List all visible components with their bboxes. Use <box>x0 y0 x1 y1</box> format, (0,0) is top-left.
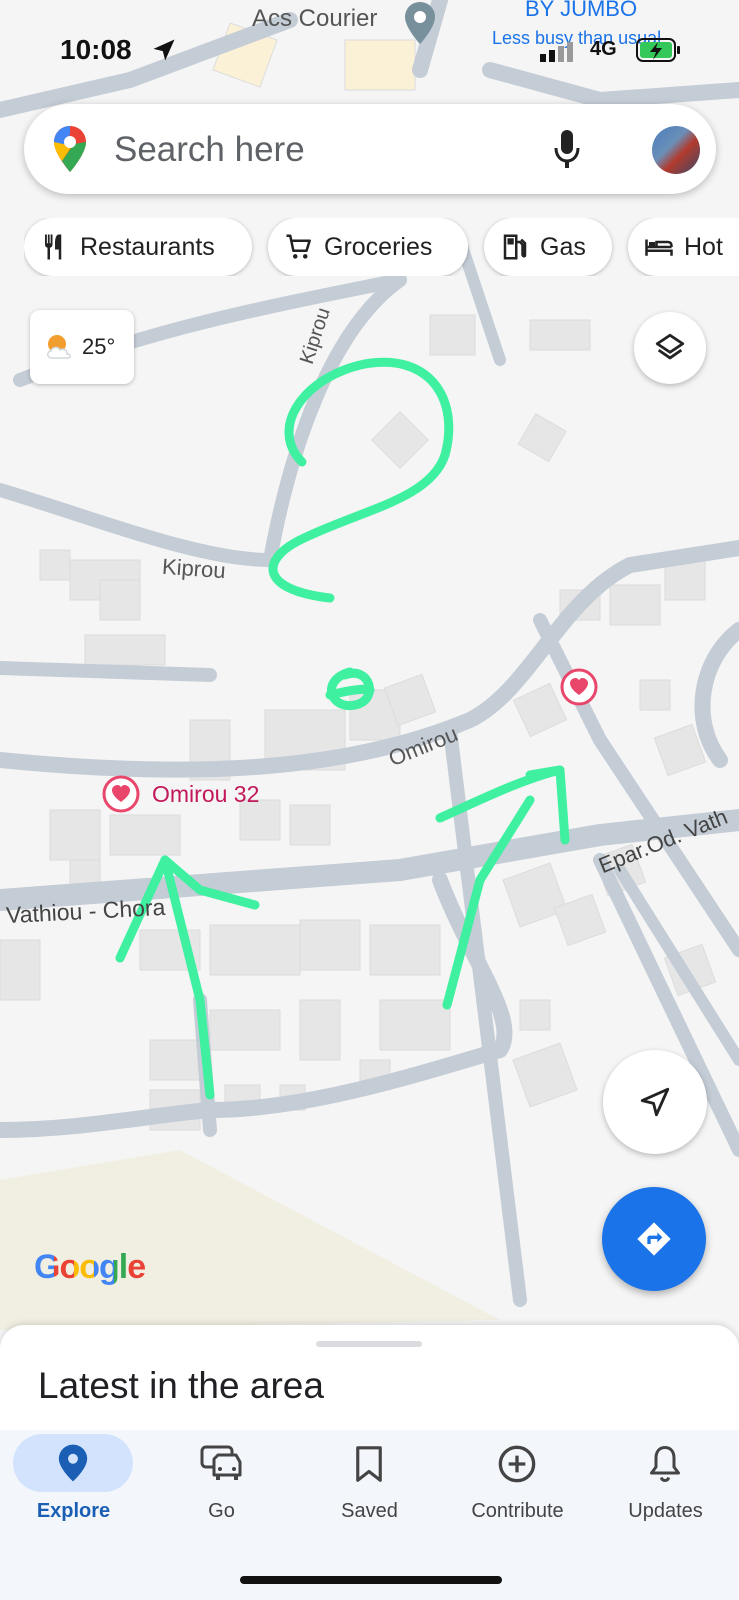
nav-label: Updates <box>628 1500 703 1522</box>
nav-label: Saved <box>341 1500 398 1522</box>
chip-hotels[interactable]: Hot <box>628 218 739 276</box>
home-indicator <box>240 1576 502 1584</box>
chip-groceries[interactable]: Groceries <box>268 218 468 276</box>
layers-icon <box>655 333 685 360</box>
google-maps-logo-icon <box>52 124 88 179</box>
weather-widget[interactable]: 25° <box>30 310 134 384</box>
my-location-button[interactable] <box>603 1050 707 1154</box>
car-icon <box>200 1445 242 1480</box>
status-time: 10:08 <box>60 34 132 65</box>
poi-label-jumbo[interactable]: BY JUMBO <box>525 0 637 22</box>
bed-icon <box>645 239 673 256</box>
weather-temp: 25° <box>82 334 116 359</box>
street-label-kiprou: Kiprou <box>161 553 227 584</box>
nav-label: Contribute <box>471 1500 564 1522</box>
sheet-title: Latest in the area <box>38 1365 324 1406</box>
layers-button[interactable] <box>634 312 706 384</box>
chip-gas[interactable]: Gas <box>484 218 612 276</box>
chip-label: Restaurants <box>80 232 215 261</box>
fork-knife-icon <box>45 234 62 260</box>
saved-place-pin-icon[interactable] <box>560 668 598 711</box>
battery-charging-icon <box>636 36 682 69</box>
bookmark-icon <box>356 1446 382 1482</box>
gas-pump-icon <box>503 234 527 260</box>
bottom-sheet[interactable]: Latest in the area <box>0 1325 739 1435</box>
pin-icon <box>58 1444 88 1482</box>
bottom-navigation: Explore Go Saved Contribute Updates <box>0 1430 739 1600</box>
nav-label: Explore <box>36 1500 111 1522</box>
navigation-arrow-icon <box>640 1087 670 1117</box>
search-input[interactable]: Search here <box>114 130 305 170</box>
chip-label: Gas <box>540 232 586 261</box>
nav-label: Go <box>208 1500 235 1522</box>
microphone-icon[interactable] <box>552 128 582 175</box>
chip-restaurants[interactable]: Restaurants <box>24 218 252 276</box>
chip-label: Groceries <box>324 232 433 261</box>
avatar[interactable] <box>652 126 700 174</box>
partly-cloudy-icon <box>47 335 71 359</box>
network-type: 4G <box>590 38 617 60</box>
bell-icon <box>650 1446 680 1483</box>
google-attribution: Google <box>34 1248 146 1286</box>
category-chips: Restaurants Groceries Gas Hot <box>24 218 739 276</box>
cart-icon <box>286 234 311 259</box>
saved-place-pin-icon[interactable] <box>102 775 140 818</box>
status-bar: 10:08 4G <box>0 28 739 68</box>
plus-circle-icon <box>498 1445 536 1483</box>
signal-icon <box>540 40 574 67</box>
directions-icon <box>637 1222 671 1256</box>
saved-place-label[interactable]: Omirou 32 <box>152 781 259 808</box>
chip-label: Hot <box>684 232 723 261</box>
location-arrow-icon <box>150 36 178 69</box>
directions-button[interactable] <box>602 1187 706 1291</box>
sheet-drag-handle[interactable] <box>316 1341 422 1347</box>
search-bar[interactable]: Search here <box>24 104 716 194</box>
